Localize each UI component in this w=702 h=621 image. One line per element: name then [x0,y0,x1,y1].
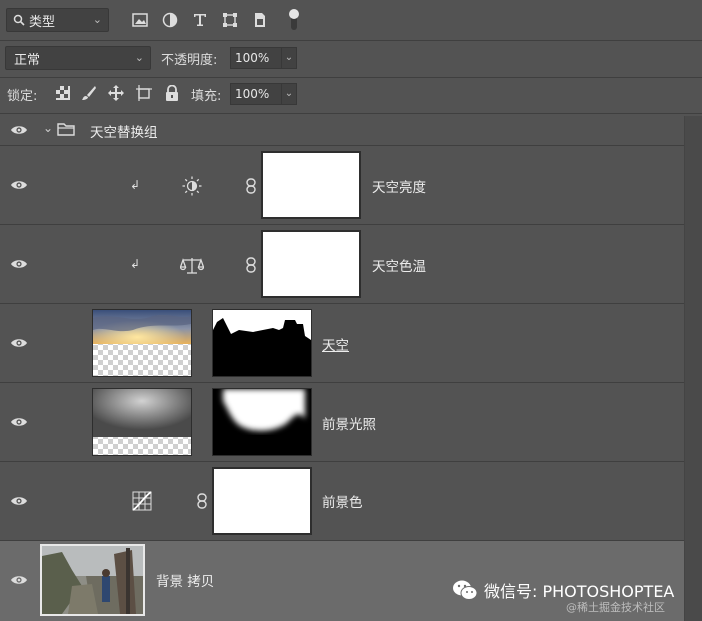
eye-icon[interactable] [10,258,28,270]
eye-icon[interactable] [10,179,28,191]
layer-foreground-color[interactable]: 前景色 [0,462,684,540]
link-icon[interactable] [246,178,256,194]
chevron-down-icon: ⌄ [134,51,144,64]
text-filter-icon[interactable] [190,10,210,30]
opacity-label: 不透明度: [161,53,218,68]
adjustment-filter-icon[interactable] [160,10,180,30]
search-icon [13,14,25,26]
image-filter-icon[interactable] [130,10,150,30]
eye-icon[interactable] [10,495,28,507]
eye-icon[interactable] [10,574,28,586]
eye-icon[interactable] [10,124,28,136]
layer-name: 前景光照 [322,417,376,433]
lock-label: 锁定: [7,89,38,104]
layer-name: 天空亮度 [372,180,426,196]
filter-type-select[interactable]: 类型 ⌄ [6,8,109,32]
scrollbar[interactable] [684,116,702,621]
layer-thumbnail[interactable] [40,544,145,616]
clipping-mask-icon: ↲ [130,257,141,271]
smart-object-filter-icon[interactable] [250,10,270,30]
clipping-mask-icon: ↲ [130,178,141,192]
chevron-down-icon[interactable]: ⌄ [43,121,53,135]
layer-mask-thumbnail[interactable] [261,151,361,219]
layer-name: 天空替换组 [90,125,158,141]
blend-mode-select[interactable]: 正常 ⌄ [5,46,151,70]
layer-group-sky-replace[interactable]: ⌄ 天空替换组 [0,114,684,145]
artboard-icon[interactable] [135,84,153,102]
lock-transparent-pixels-icon[interactable] [54,84,72,102]
folder-icon [57,123,75,136]
layer-mask-thumbnail[interactable] [261,230,361,298]
watermark-sub: @稀土掘金技术社区 [566,601,665,614]
opacity-dropdown-button[interactable]: ⌄ [281,47,297,69]
lock-icon[interactable] [163,84,181,102]
eye-icon[interactable] [10,337,28,349]
layer-sky-brightness[interactable]: ↲ 天空亮度 [0,146,684,224]
curves-icon [132,491,152,511]
balance-icon [180,258,204,274]
blend-mode-label: 正常 [14,52,41,68]
link-icon[interactable] [246,257,256,273]
layer-name: 天空色温 [372,259,426,275]
chevron-down-icon: ⌄ [92,13,102,26]
layer-name: 天空 [322,338,349,354]
filter-row: 类型 ⌄ [0,0,702,40]
brush-icon[interactable] [80,84,98,102]
layer-foreground-lighting[interactable]: 前景光照 [0,383,684,461]
layer-name: 前景色 [322,495,363,511]
shape-filter-icon[interactable] [220,10,240,30]
eye-icon[interactable] [10,416,28,428]
link-icon[interactable] [197,493,207,509]
layer-mask-thumbnail[interactable] [212,467,312,535]
layer-mask-thumbnail[interactable] [212,309,312,377]
filter-toggle-icon[interactable] [284,8,304,32]
layer-sky-color-temperature[interactable]: ↲ 天空色温 [0,225,684,303]
fill-label: 填充: [191,89,222,104]
fill-input[interactable]: 100% [230,83,282,105]
layer-thumbnail[interactable] [92,309,192,377]
opacity-input[interactable]: 100% [230,47,282,69]
layer-mask-thumbnail[interactable] [212,388,312,456]
divider [0,77,702,78]
layer-sky[interactable]: 天空 [0,304,684,382]
layer-name: 背景 拷贝 [156,574,215,590]
filter-type-label: 类型 [29,14,56,30]
wechat-icon [453,580,478,600]
move-icon[interactable] [107,84,125,102]
sun-icon [182,176,202,196]
fill-dropdown-button[interactable]: ⌄ [281,83,297,105]
layer-thumbnail[interactable] [92,388,192,456]
